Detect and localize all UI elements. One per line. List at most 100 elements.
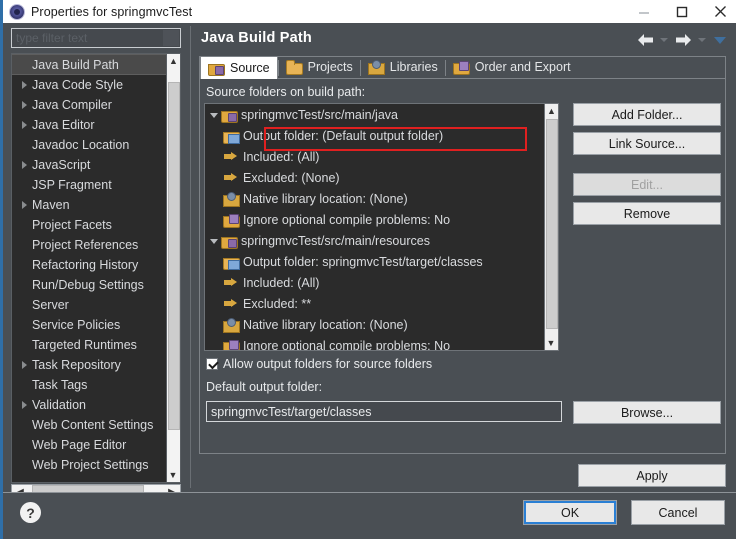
filter-clear-button[interactable] [163, 30, 179, 46]
sidebar-item-java-compiler[interactable]: Java Compiler [12, 95, 166, 115]
sidebar-item-label: Web Page Editor [32, 438, 127, 452]
view-menu-icon[interactable] [710, 29, 730, 51]
tree-row-label: Excluded: ** [243, 296, 312, 311]
ignore-problems-icon [223, 212, 240, 228]
sidebar-item-label: Targeted Runtimes [32, 338, 137, 352]
tree-row[interactable]: Included: (All) [205, 146, 544, 167]
sidebar-item-maven[interactable]: Maven [12, 195, 166, 215]
output-folder-icon [223, 254, 240, 270]
browse-button[interactable]: Browse... [573, 401, 721, 424]
allow-output-folders-label: Allow output folders for source folders [223, 357, 433, 371]
forward-chevron-down-icon[interactable] [696, 29, 708, 51]
window-title: Properties for springmvcTest [31, 4, 193, 19]
sidebar-item-label: Java Compiler [32, 98, 112, 112]
settings-sidebar: type filter text Java Build Path Java Cod… [7, 26, 185, 500]
tab-source[interactable]: Source [200, 56, 278, 79]
scroll-down-icon[interactable]: ▼ [545, 336, 557, 350]
tab-order-and-export[interactable]: Order and Export [446, 56, 578, 78]
link-source-button[interactable]: Link Source... [573, 132, 721, 155]
sidebar-item-label: JSP Fragment [32, 178, 112, 192]
tree-row[interactable]: Included: (All) [205, 272, 544, 293]
default-output-folder-input[interactable]: springmvcTest/target/classes [206, 401, 562, 422]
tree-row[interactable]: Output folder: (Default output folder) [205, 125, 544, 146]
back-chevron-down-icon[interactable] [658, 29, 670, 51]
tree-row[interactable]: Ignore optional compile problems: No [205, 335, 544, 350]
collapse-arrow-icon[interactable] [207, 112, 221, 117]
sidebar-item-web-content-settings[interactable]: Web Content Settings [12, 415, 166, 435]
back-arrow-icon[interactable] [634, 29, 656, 51]
sidebar-item-jsp-fragment[interactable]: JSP Fragment [12, 175, 166, 195]
source-folders-tree[interactable]: springmvcTest/src/main/java Output folder… [204, 103, 559, 351]
scroll-up-icon[interactable]: ▲ [167, 54, 180, 68]
expand-arrow-icon[interactable] [16, 161, 32, 169]
sidebar-item-validation[interactable]: Validation [12, 395, 166, 415]
settings-page: Java Build Path Source Projects Libraries O… [190, 26, 734, 488]
order-export-icon [452, 59, 470, 75]
sidebar-item-label: Web Content Settings [32, 418, 154, 432]
minimize-icon[interactable] [625, 0, 663, 23]
sidebar-item-java-code-style[interactable]: Java Code Style [12, 75, 166, 95]
tree-row[interactable]: Excluded: (None) [205, 167, 544, 188]
scroll-down-icon[interactable]: ▼ [167, 468, 179, 482]
tree-row[interactable]: Native library location: (None) [205, 314, 544, 335]
apply-button[interactable]: Apply [578, 464, 726, 487]
sidebar-item-label: Validation [32, 398, 86, 412]
help-icon[interactable]: ? [20, 502, 41, 523]
sidebar-item-label: Task Repository [32, 358, 121, 372]
sidebar-item-project-references[interactable]: Project References [12, 235, 166, 255]
sidebar-vertical-scrollbar[interactable]: ▲ ▼ [166, 54, 180, 482]
cancel-button[interactable]: Cancel [631, 500, 725, 525]
scrollbar-thumb[interactable] [546, 119, 558, 329]
tab-label: Libraries [389, 60, 438, 74]
tree-vertical-scrollbar[interactable]: ▲ ▼ [544, 104, 558, 350]
libraries-icon [367, 59, 385, 75]
sidebar-item-server[interactable]: Server [12, 295, 166, 315]
remove-button[interactable]: Remove [573, 202, 721, 225]
sidebar-item-javascript[interactable]: JavaScript [12, 155, 166, 175]
close-icon[interactable] [701, 0, 736, 23]
expand-arrow-icon[interactable] [16, 361, 32, 369]
ok-button[interactable]: OK [523, 500, 617, 525]
tree-row-label: Native library location: (None) [243, 191, 408, 206]
forward-arrow-icon[interactable] [672, 29, 694, 51]
tree-row[interactable]: Output folder: springmvcTest/target/clas… [205, 251, 544, 272]
filter-input-wrapper[interactable]: type filter text [11, 28, 181, 48]
tree-row[interactable]: Native library location: (None) [205, 188, 544, 209]
allow-output-folders-checkbox[interactable] [206, 358, 218, 370]
sidebar-item-web-project-settings[interactable]: Web Project Settings [12, 455, 166, 475]
native-library-icon [223, 317, 240, 333]
tree-row-label: springmvcTest/src/main/java [241, 107, 398, 122]
add-folder-button[interactable]: Add Folder... [573, 103, 721, 126]
sidebar-item-java-editor[interactable]: Java Editor [12, 115, 166, 135]
sidebar-item-service-policies[interactable]: Service Policies [12, 315, 166, 335]
scrollbar-thumb[interactable] [168, 82, 180, 430]
sidebar-item-refactoring-history[interactable]: Refactoring History [12, 255, 166, 275]
page-title: Java Build Path [201, 30, 312, 46]
sidebar-item-java-build-path[interactable]: Java Build Path [12, 54, 166, 75]
allow-output-folders-row[interactable]: Allow output folders for source folders [206, 357, 432, 371]
expand-arrow-icon[interactable] [16, 81, 32, 89]
tab-libraries[interactable]: Libraries [361, 56, 445, 78]
source-folders-tree-list: springmvcTest/src/main/java Output folder… [205, 104, 544, 350]
sidebar-item-targeted-runtimes[interactable]: Targeted Runtimes [12, 335, 166, 355]
tree-row[interactable]: Ignore optional compile problems: No [205, 209, 544, 230]
sidebar-item-project-facets[interactable]: Project Facets [12, 215, 166, 235]
sidebar-item-javadoc-location[interactable]: Javadoc Location [12, 135, 166, 155]
sidebar-item-label: JavaScript [32, 158, 91, 172]
tab-projects[interactable]: Projects [279, 56, 360, 78]
tree-row[interactable]: springmvcTest/src/main/resources [205, 230, 544, 251]
sidebar-item-run-debug-settings[interactable]: Run/Debug Settings [12, 275, 166, 295]
collapse-arrow-icon[interactable] [207, 238, 221, 243]
sidebar-item-task-tags[interactable]: Task Tags [12, 375, 166, 395]
tree-row-label: springmvcTest/src/main/resources [241, 233, 430, 248]
sidebar-item-task-repository[interactable]: Task Repository [12, 355, 166, 375]
expand-arrow-icon[interactable] [16, 201, 32, 209]
tree-row[interactable]: springmvcTest/src/main/java [205, 104, 544, 125]
expand-arrow-icon[interactable] [16, 121, 32, 129]
expand-arrow-icon[interactable] [16, 101, 32, 109]
scroll-up-icon[interactable]: ▲ [545, 104, 558, 118]
maximize-icon[interactable] [663, 0, 701, 23]
tree-row[interactable]: Excluded: ** [205, 293, 544, 314]
expand-arrow-icon[interactable] [16, 401, 32, 409]
sidebar-item-web-page-editor[interactable]: Web Page Editor [12, 435, 166, 455]
